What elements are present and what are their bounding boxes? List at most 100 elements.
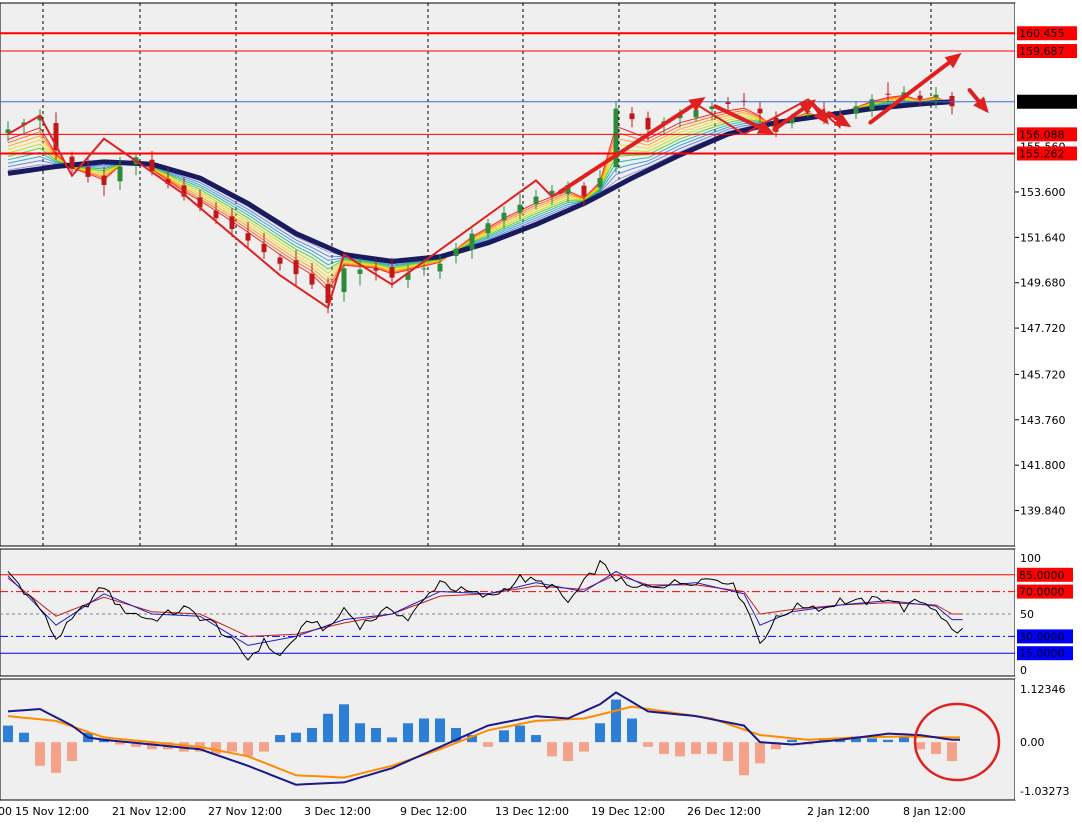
macd-histogram-bar bbox=[707, 742, 717, 754]
stoch-tick-label: 100 bbox=[1020, 552, 1041, 565]
macd-histogram-bar bbox=[291, 732, 301, 743]
macd-histogram-bar bbox=[3, 725, 13, 743]
macd-histogram-bar bbox=[211, 742, 221, 754]
candle-body bbox=[309, 273, 315, 285]
candle-body bbox=[101, 175, 107, 186]
candle-body bbox=[757, 108, 763, 114]
macd-histogram-bar bbox=[339, 704, 349, 743]
candle-body bbox=[917, 95, 923, 100]
candle-body bbox=[373, 268, 379, 271]
macd-histogram-bar bbox=[675, 742, 685, 757]
macd-histogram-bar bbox=[51, 742, 61, 773]
candle-body bbox=[629, 113, 635, 120]
macd-histogram-bar bbox=[531, 735, 541, 743]
stochastic-panel[interactable]: 100 50 0 85.0000 70.0000 30.0000 15.0000 bbox=[0, 548, 1082, 677]
macd-histogram-bar bbox=[387, 737, 397, 743]
candle-body bbox=[885, 93, 891, 95]
macd-histogram-bar bbox=[67, 742, 77, 762]
macd-histogram-bar bbox=[259, 742, 269, 752]
candle-body bbox=[277, 257, 283, 264]
macd-histogram-bar bbox=[19, 732, 29, 743]
candle-body bbox=[645, 117, 651, 130]
candle-body bbox=[341, 268, 347, 293]
candle-body bbox=[261, 243, 267, 253]
macd-histogram-bar bbox=[483, 742, 493, 747]
macd-histogram-bar bbox=[755, 742, 765, 764]
macd-histogram-bar bbox=[419, 718, 429, 743]
time-tick-label: 26 Dec 12:00 bbox=[687, 805, 761, 818]
time-tick-label: 3 Dec 12:00 bbox=[304, 805, 371, 818]
macd-histogram-bar bbox=[227, 742, 237, 752]
macd-histogram-bar bbox=[643, 742, 653, 747]
candle-body bbox=[469, 233, 475, 250]
candle-body bbox=[117, 166, 123, 182]
stoch-level-label: 70.0000 bbox=[1019, 586, 1065, 599]
macd-histogram-bar bbox=[403, 723, 413, 743]
price-tick-label: 139.840 bbox=[1020, 505, 1066, 518]
macd-histogram-bar bbox=[931, 742, 941, 754]
macd-histogram-bar bbox=[243, 742, 253, 757]
price-tick-label: 153.600 bbox=[1020, 186, 1066, 199]
candle-body bbox=[421, 268, 427, 270]
macd-histogram-bar bbox=[659, 742, 669, 754]
price-tick-label: 151.640 bbox=[1020, 231, 1066, 244]
candle-body bbox=[85, 166, 91, 177]
macd-histogram-bar bbox=[579, 742, 589, 752]
macd-tick-label: 1.12346 bbox=[1020, 683, 1066, 696]
trading-chart[interactable]: 153.600 151.640 149.680 147.720 145.720 143.7… bbox=[0, 0, 1082, 824]
macd-tick-label: -1.03273 bbox=[1020, 785, 1069, 798]
candle-body bbox=[725, 102, 731, 104]
time-tick-label: 2 Jan 12:00 bbox=[807, 805, 870, 818]
macd-histogram-bar bbox=[547, 742, 557, 757]
macd-histogram-bar bbox=[371, 727, 381, 743]
candle-body bbox=[69, 156, 75, 169]
candle-body bbox=[453, 248, 459, 256]
level-label: 155.262 bbox=[1019, 147, 1065, 160]
candle-body bbox=[437, 263, 443, 272]
time-tick-label-edge: 00 bbox=[0, 805, 12, 818]
macd-histogram-bar bbox=[867, 738, 877, 743]
candle-body bbox=[501, 212, 507, 221]
time-tick-label: 19 Dec 12:00 bbox=[591, 805, 665, 818]
macd-histogram-bar bbox=[899, 737, 909, 743]
macd-histogram-bar bbox=[691, 742, 701, 754]
candle-body bbox=[597, 178, 603, 188]
current-price-label: 157.497 bbox=[1019, 96, 1065, 109]
candle-body bbox=[357, 269, 363, 274]
macd-histogram-bar bbox=[595, 723, 605, 743]
stoch-tick-label: 50 bbox=[1020, 608, 1034, 621]
macd-histogram-bar bbox=[947, 742, 957, 762]
macd-histogram-bar bbox=[499, 730, 509, 743]
candle-body bbox=[389, 267, 395, 278]
level-label: 156.088 bbox=[1019, 128, 1065, 141]
candle-body bbox=[853, 106, 859, 114]
candle-body bbox=[933, 94, 939, 98]
stoch-level-label: 15.0000 bbox=[1019, 647, 1065, 660]
candle-body bbox=[485, 223, 491, 234]
candle-body bbox=[533, 196, 539, 205]
candle-body bbox=[581, 185, 587, 197]
price-tick-label: 147.720 bbox=[1020, 322, 1066, 335]
macd-histogram-bar bbox=[723, 742, 733, 762]
macd-histogram-bar bbox=[435, 718, 445, 743]
macd-panel[interactable]: 1.12346 0.00 -1.03273 bbox=[0, 678, 1082, 801]
candle-body bbox=[517, 204, 523, 213]
macd-histogram-bar bbox=[515, 725, 525, 743]
stoch-level-label: 30.0000 bbox=[1019, 630, 1065, 643]
time-tick-label: 8 Jan 12:00 bbox=[903, 805, 966, 818]
macd-histogram-bar bbox=[355, 723, 365, 743]
candle-body bbox=[245, 233, 251, 241]
level-label: 159.687 bbox=[1019, 45, 1065, 58]
macd-histogram-bar bbox=[787, 739, 797, 743]
price-tick-label: 149.680 bbox=[1020, 277, 1066, 290]
macd-histogram-bar bbox=[275, 735, 285, 743]
macd-tick-label: 0.00 bbox=[1020, 736, 1045, 749]
level-label: 160.455 bbox=[1019, 27, 1065, 40]
candle-body bbox=[229, 216, 235, 230]
time-tick-label: 9 Dec 12:00 bbox=[400, 805, 467, 818]
price-panel-bg bbox=[0, 2, 1016, 547]
candle-body bbox=[213, 210, 219, 219]
price-tick-label: 145.720 bbox=[1020, 368, 1066, 381]
time-tick-label: 13 Dec 12:00 bbox=[495, 805, 569, 818]
time-tick-label: 15 Nov 12:00 bbox=[15, 805, 89, 818]
